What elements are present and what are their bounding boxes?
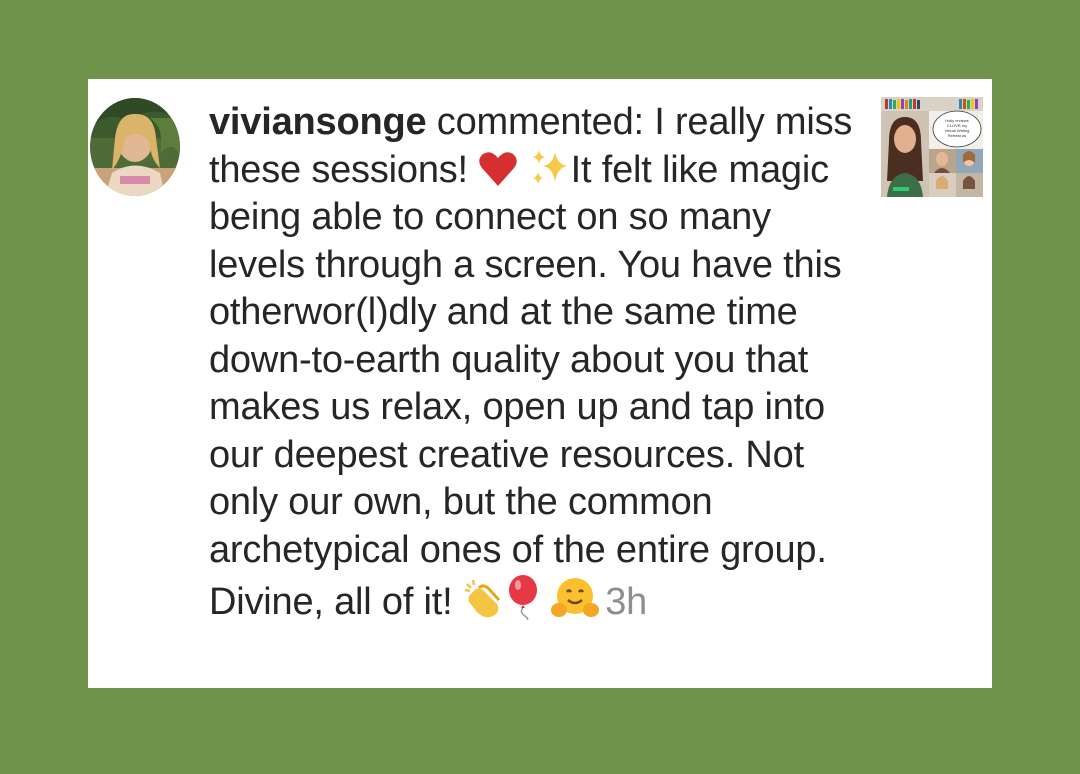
comment-text: viviansonge commented: I really miss the…: [209, 99, 869, 627]
post-thumbnail-image: Holly reviews CLOVR my Virtual Writing R…: [881, 97, 983, 197]
balloon-icon: [505, 574, 541, 620]
hugging-face-icon: [551, 576, 600, 620]
heart-icon: [478, 150, 518, 188]
user-avatar[interactable]: [90, 98, 180, 196]
clapping-hands-icon: [463, 578, 505, 620]
avatar-photo: [90, 98, 180, 196]
post-thumbnail[interactable]: Holly reviews CLOVR my Virtual Writing R…: [881, 97, 983, 197]
bubble-line-4: Retreat as: [948, 133, 966, 138]
comment-body-rest: It felt like magic being able to connect…: [209, 148, 842, 624]
username-link[interactable]: viviansonge: [209, 101, 427, 143]
comment-timestamp: 3h: [605, 581, 648, 623]
sparkles-icon: [529, 148, 571, 188]
comment-notification-card[interactable]: viviansonge commented: I really miss the…: [88, 79, 992, 688]
